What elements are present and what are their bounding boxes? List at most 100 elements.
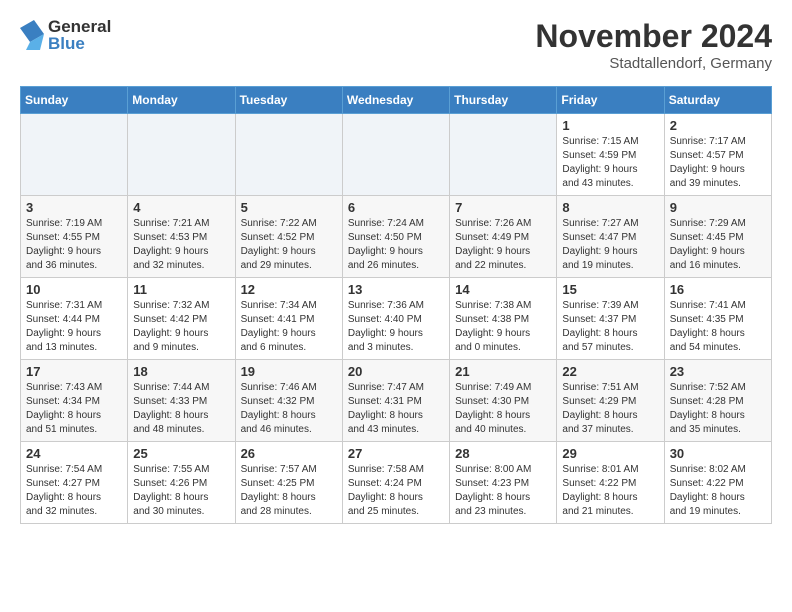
day-number: 16 [670, 282, 766, 297]
day-info: Sunrise: 7:41 AM Sunset: 4:35 PM Dayligh… [670, 299, 766, 355]
calendar-cell: 17 Sunrise: 7:43 AM Sunset: 4:34 PM Dayli… [21, 360, 128, 442]
header-monday: Monday [128, 87, 235, 114]
day-number: 3 [26, 200, 122, 215]
calendar-cell: 3 Sunrise: 7:19 AM Sunset: 4:55 PM Daylig… [21, 196, 128, 278]
day-number: 2 [670, 118, 766, 133]
calendar-week-row: 3 Sunrise: 7:19 AM Sunset: 4:55 PM Daylig… [21, 196, 772, 278]
day-info: Sunrise: 7:29 AM Sunset: 4:45 PM Dayligh… [670, 217, 766, 273]
day-number: 18 [133, 364, 229, 379]
day-number: 4 [133, 200, 229, 215]
header-tuesday: Tuesday [235, 87, 342, 114]
calendar-week-row: 10 Sunrise: 7:31 AM Sunset: 4:44 PM Dayli… [21, 278, 772, 360]
day-info: Sunrise: 7:57 AM Sunset: 4:25 PM Dayligh… [241, 463, 337, 519]
calendar-cell: 13Sunrise: 7:36 AM Sunset: 4:40 PM Dayli… [342, 278, 449, 360]
calendar-cell: 28Sunrise: 8:00 AM Sunset: 4:23 PM Dayli… [450, 442, 557, 524]
day-info: Sunrise: 7:22 AM Sunset: 4:52 PM Dayligh… [241, 217, 337, 273]
calendar-cell: 14 Sunrise: 7:38 AM Sunset: 4:38 PM Dayli… [450, 278, 557, 360]
header-wednesday: Wednesday [342, 87, 449, 114]
day-info: Sunrise: 7:19 AM Sunset: 4:55 PM Dayligh… [26, 217, 122, 273]
day-info: Sunrise: 7:17 AM Sunset: 4:57 PM Dayligh… [670, 135, 766, 191]
calendar-header: Sunday Monday Tuesday Wednesday Thursday… [21, 87, 772, 114]
calendar-cell: 18 Sunrise: 7:44 AM Sunset: 4:33 PM Dayli… [128, 360, 235, 442]
day-info: Sunrise: 7:55 AM Sunset: 4:26 PM Dayligh… [133, 463, 229, 519]
calendar-table: Sunday Monday Tuesday Wednesday Thursday… [20, 86, 772, 524]
day-info: Sunrise: 7:34 AM Sunset: 4:41 PM Dayligh… [241, 299, 337, 355]
day-info: Sunrise: 7:46 AM Sunset: 4:32 PM Dayligh… [241, 381, 337, 437]
day-info: Sunrise: 7:38 AM Sunset: 4:38 PM Dayligh… [455, 299, 551, 355]
day-info: Sunrise: 7:47 AM Sunset: 4:31 PM Dayligh… [348, 381, 444, 437]
calendar-cell: 30 Sunrise: 8:02 AM Sunset: 4:22 PM Dayli… [664, 442, 771, 524]
day-number: 24 [26, 446, 122, 461]
day-number: 20 [348, 364, 444, 379]
calendar-week-row: 24 Sunrise: 7:54 AM Sunset: 4:27 PM Dayli… [21, 442, 772, 524]
day-info: Sunrise: 7:32 AM Sunset: 4:42 PM Dayligh… [133, 299, 229, 355]
logo-icon [20, 20, 44, 50]
calendar-cell: 22 Sunrise: 7:51 AM Sunset: 4:29 PM Dayli… [557, 360, 664, 442]
day-info: Sunrise: 7:51 AM Sunset: 4:29 PM Dayligh… [562, 381, 658, 437]
calendar-cell [235, 114, 342, 196]
day-number: 27 [348, 446, 444, 461]
day-info: Sunrise: 7:54 AM Sunset: 4:27 PM Dayligh… [26, 463, 122, 519]
day-info: Sunrise: 7:36 AM Sunset: 4:40 PM Dayligh… [348, 299, 444, 355]
day-number: 30 [670, 446, 766, 461]
day-number: 22 [562, 364, 658, 379]
day-number: 26 [241, 446, 337, 461]
calendar-cell [450, 114, 557, 196]
calendar-cell [342, 114, 449, 196]
day-info: Sunrise: 7:24 AM Sunset: 4:50 PM Dayligh… [348, 217, 444, 273]
calendar-cell: 10 Sunrise: 7:31 AM Sunset: 4:44 PM Dayli… [21, 278, 128, 360]
day-info: Sunrise: 7:31 AM Sunset: 4:44 PM Dayligh… [26, 299, 122, 355]
calendar-cell: 26 Sunrise: 7:57 AM Sunset: 4:25 PM Dayli… [235, 442, 342, 524]
calendar-cell: 9 Sunrise: 7:29 AM Sunset: 4:45 PM Daylig… [664, 196, 771, 278]
header-saturday: Saturday [664, 87, 771, 114]
day-number: 28 [455, 446, 551, 461]
calendar-cell: 4Sunrise: 7:21 AM Sunset: 4:53 PM Daylig… [128, 196, 235, 278]
header: General Blue November 2024 Stadtallendor… [20, 18, 772, 72]
day-info: Sunrise: 7:15 AM Sunset: 4:59 PM Dayligh… [562, 135, 658, 191]
calendar-cell: 16 Sunrise: 7:41 AM Sunset: 4:35 PM Dayli… [664, 278, 771, 360]
calendar-cell [128, 114, 235, 196]
calendar-cell: 23Sunrise: 7:52 AM Sunset: 4:28 PM Dayli… [664, 360, 771, 442]
calendar-cell: 27 Sunrise: 7:58 AM Sunset: 4:24 PM Dayli… [342, 442, 449, 524]
location-subtitle: Stadtallendorf, Germany [535, 55, 772, 72]
logo-general-text: General [48, 18, 111, 35]
day-number: 6 [348, 200, 444, 215]
logo-text: General Blue [48, 18, 111, 52]
day-number: 8 [562, 200, 658, 215]
day-info: Sunrise: 7:43 AM Sunset: 4:34 PM Dayligh… [26, 381, 122, 437]
month-title: November 2024 [535, 18, 772, 55]
day-number: 11 [133, 282, 229, 297]
day-number: 9 [670, 200, 766, 215]
day-number: 25 [133, 446, 229, 461]
calendar-cell: 2 Sunrise: 7:17 AM Sunset: 4:57 PM Daylig… [664, 114, 771, 196]
day-number: 7 [455, 200, 551, 215]
calendar-cell: 21 Sunrise: 7:49 AM Sunset: 4:30 PM Dayli… [450, 360, 557, 442]
page: General Blue November 2024 Stadtallendor… [0, 0, 792, 534]
calendar-week-row: 17 Sunrise: 7:43 AM Sunset: 4:34 PM Dayli… [21, 360, 772, 442]
day-number: 17 [26, 364, 122, 379]
day-number: 21 [455, 364, 551, 379]
calendar-cell [21, 114, 128, 196]
day-number: 1 [562, 118, 658, 133]
day-info: Sunrise: 7:39 AM Sunset: 4:37 PM Dayligh… [562, 299, 658, 355]
day-number: 15 [562, 282, 658, 297]
calendar-cell: 7Sunrise: 7:26 AM Sunset: 4:49 PM Daylig… [450, 196, 557, 278]
day-info: Sunrise: 7:44 AM Sunset: 4:33 PM Dayligh… [133, 381, 229, 437]
calendar-cell: 1 Sunrise: 7:15 AM Sunset: 4:59 PM Daylig… [557, 114, 664, 196]
day-number: 19 [241, 364, 337, 379]
day-number: 14 [455, 282, 551, 297]
calendar-cell: 25 Sunrise: 7:55 AM Sunset: 4:26 PM Dayli… [128, 442, 235, 524]
day-number: 10 [26, 282, 122, 297]
header-sunday: Sunday [21, 87, 128, 114]
calendar-cell: 11 Sunrise: 7:32 AM Sunset: 4:42 PM Dayli… [128, 278, 235, 360]
day-info: Sunrise: 7:58 AM Sunset: 4:24 PM Dayligh… [348, 463, 444, 519]
weekday-header-row: Sunday Monday Tuesday Wednesday Thursday… [21, 87, 772, 114]
day-info: Sunrise: 7:49 AM Sunset: 4:30 PM Dayligh… [455, 381, 551, 437]
day-info: Sunrise: 8:02 AM Sunset: 4:22 PM Dayligh… [670, 463, 766, 519]
calendar-cell: 19 Sunrise: 7:46 AM Sunset: 4:32 PM Dayli… [235, 360, 342, 442]
calendar-week-row: 1 Sunrise: 7:15 AM Sunset: 4:59 PM Daylig… [21, 114, 772, 196]
calendar-cell: 5Sunrise: 7:22 AM Sunset: 4:52 PM Daylig… [235, 196, 342, 278]
calendar-cell: 8Sunrise: 7:27 AM Sunset: 4:47 PM Daylig… [557, 196, 664, 278]
calendar-cell: 29Sunrise: 8:01 AM Sunset: 4:22 PM Dayli… [557, 442, 664, 524]
calendar-cell: 15 Sunrise: 7:39 AM Sunset: 4:37 PM Dayli… [557, 278, 664, 360]
